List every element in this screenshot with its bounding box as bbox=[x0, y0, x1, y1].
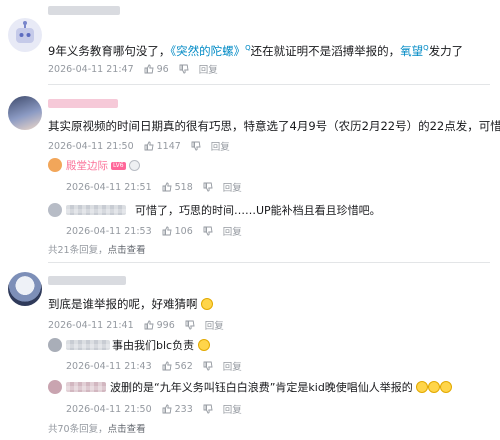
reply-username[interactable]: 殿堂边际 bbox=[66, 158, 108, 173]
emoji-icon bbox=[428, 381, 441, 393]
reply-button[interactable]: 回复 bbox=[223, 359, 242, 373]
comment-text-part: 发力了 bbox=[428, 43, 464, 58]
reply-username-row: 殿堂边际 LV6 bbox=[66, 158, 140, 173]
like-button[interactable]: 1147 bbox=[144, 141, 181, 152]
like-icon bbox=[162, 361, 172, 371]
user-avatar-character[interactable] bbox=[8, 272, 42, 306]
view-more-replies[interactable]: 共21条回复，点击查看 bbox=[48, 242, 146, 256]
comment-divider bbox=[48, 84, 490, 85]
like-count: 1147 bbox=[156, 140, 181, 152]
view-more-replies[interactable]: 共70条回复，点击查看 bbox=[48, 421, 146, 435]
like-button[interactable]: 233 bbox=[162, 404, 193, 415]
robot-avatar-icon bbox=[16, 21, 34, 43]
username-redacted bbox=[66, 382, 106, 392]
reply-meta: 2026-04-11 21:43 562 回复 bbox=[66, 359, 242, 374]
reply-text: 波删的是“九年义务叫钰白白浪费”肯定是kid晚使唱仙人举报的 bbox=[110, 380, 453, 395]
reply-count-text: 共70条回复， bbox=[48, 424, 108, 435]
username-redacted bbox=[48, 99, 118, 108]
username-redacted bbox=[66, 340, 110, 350]
like-icon bbox=[162, 182, 172, 192]
username-redacted bbox=[66, 205, 126, 215]
emoji-icon bbox=[201, 298, 214, 310]
like-button[interactable]: 106 bbox=[162, 226, 193, 237]
reply-button[interactable]: 回复 bbox=[223, 402, 242, 416]
reply-button[interactable]: 回复 bbox=[211, 139, 230, 153]
like-count: 233 bbox=[174, 403, 193, 415]
comment-time: 2026-04-11 21:50 bbox=[48, 140, 134, 152]
topic-link[interactable]: 《突然的陀螺》Q bbox=[170, 44, 250, 58]
topic-link-2[interactable]: 氧望Q bbox=[400, 44, 429, 58]
like-count: 96 bbox=[156, 63, 169, 75]
reply-meta: 2026-04-11 21:53 106 回复 bbox=[66, 224, 242, 239]
comment-meta: 2026-04-11 21:50 1147 回复 bbox=[48, 139, 230, 154]
comment-divider bbox=[48, 262, 490, 263]
comment-meta: 2026-04-11 21:41 996 回复 bbox=[48, 318, 224, 333]
like-count: 996 bbox=[156, 319, 175, 331]
comment-meta: 2026-04-11 21:47 96 回复 bbox=[48, 62, 218, 77]
reply-time: 2026-04-11 21:43 bbox=[66, 360, 152, 372]
view-replies-link[interactable]: 点击查看 bbox=[108, 424, 146, 435]
reply-text: 事由我们blc负责 bbox=[112, 338, 210, 353]
reply-time: 2026-04-11 21:51 bbox=[66, 181, 152, 193]
dislike-icon[interactable] bbox=[191, 141, 201, 151]
like-count: 106 bbox=[174, 225, 193, 237]
dislike-icon[interactable] bbox=[203, 226, 213, 236]
reply-text-part: 事由我们blc负责 bbox=[112, 339, 195, 352]
reply-meta: 2026-04-11 21:50 233 回复 bbox=[66, 402, 242, 417]
like-button[interactable]: 562 bbox=[162, 361, 193, 372]
dislike-icon[interactable] bbox=[203, 182, 213, 192]
reply-button[interactable]: 回复 bbox=[205, 318, 224, 332]
reply-avatar[interactable] bbox=[48, 158, 62, 172]
reply-avatar[interactable] bbox=[48, 338, 62, 352]
reply-button[interactable]: 回复 bbox=[199, 62, 218, 76]
level-badge: LV6 bbox=[111, 161, 126, 170]
comment-time: 2026-04-11 21:41 bbox=[48, 319, 134, 331]
dislike-icon[interactable] bbox=[203, 404, 213, 414]
user-avatar-anime[interactable] bbox=[8, 96, 42, 130]
reply-time: 2026-04-11 21:50 bbox=[66, 403, 152, 415]
like-button[interactable]: 996 bbox=[144, 320, 175, 331]
like-button[interactable]: 518 bbox=[162, 182, 193, 193]
reply-button[interactable]: 回复 bbox=[223, 224, 242, 238]
reply-time: 2026-04-11 21:53 bbox=[66, 225, 152, 237]
reply-meta: 2026-04-11 21:51 518 回复 bbox=[66, 180, 242, 195]
dislike-icon[interactable] bbox=[179, 64, 189, 74]
emoji-icon bbox=[440, 381, 453, 393]
like-icon bbox=[162, 404, 172, 414]
like-icon bbox=[144, 320, 154, 330]
like-button[interactable]: 96 bbox=[144, 64, 169, 75]
comment-text-part: 9年义务教育哪句没了， bbox=[48, 43, 171, 58]
reply-avatar[interactable] bbox=[48, 203, 62, 217]
dislike-icon[interactable] bbox=[185, 320, 195, 330]
emoji-icon bbox=[197, 339, 210, 351]
reply-count-text: 共21条回复， bbox=[48, 245, 108, 256]
emoji-icon bbox=[416, 381, 429, 393]
reply-button[interactable]: 回复 bbox=[223, 180, 242, 194]
like-icon bbox=[144, 141, 154, 151]
view-replies-link[interactable]: 点击查看 bbox=[108, 245, 146, 256]
comment-text: 其实原视频的时间日期真的很有巧思，特意选了4月9号（农历2月22号）的22点发，… bbox=[48, 119, 500, 133]
like-icon bbox=[162, 226, 172, 236]
comment-text-part: 还在就证明不是滔搏举报的， bbox=[250, 43, 401, 58]
reply-text-part: 波删的是“九年义务叫钰白白浪费”肯定是kid晚使唱仙人举报的 bbox=[110, 381, 413, 394]
reply-avatar[interactable] bbox=[48, 380, 62, 394]
user-avatar-robot[interactable] bbox=[8, 18, 42, 52]
comment-text-part: 到底是谁举报的呢，好难猜啊 bbox=[48, 297, 198, 311]
username-redacted bbox=[48, 6, 120, 15]
username-redacted bbox=[48, 276, 126, 285]
reply-text: 可惜了，巧思的时间……UP能补档且看且珍惜吧。 bbox=[135, 204, 381, 217]
like-count: 562 bbox=[174, 360, 193, 372]
emoji-icon bbox=[128, 160, 140, 171]
comment-text: 9年义务教育哪句没了，《突然的陀螺》Q还在就证明不是滔搏举报的，氧望Q发力了 bbox=[48, 40, 463, 59]
like-count: 518 bbox=[174, 181, 193, 193]
comment-time: 2026-04-11 21:47 bbox=[48, 63, 134, 75]
comment-text: 到底是谁举报的呢，好难猜啊 bbox=[48, 296, 214, 312]
dislike-icon[interactable] bbox=[203, 361, 213, 371]
like-icon bbox=[144, 64, 154, 74]
